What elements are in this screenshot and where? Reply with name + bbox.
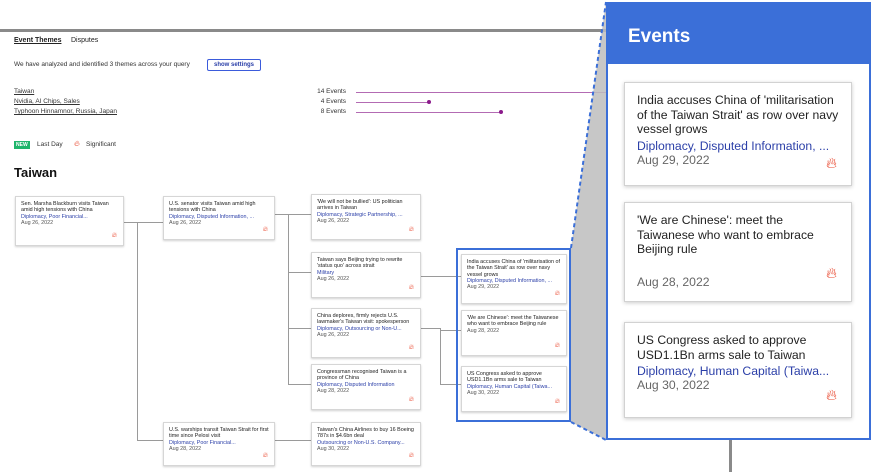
flame-icon: 🔥︎ [825,387,837,404]
event-card[interactable]: US Congress asked to approve USD1.1Bn ar… [624,322,852,418]
zoom-panel-title: Events [628,26,691,47]
event-card[interactable]: 'We are Chinese': meet the Taiwanese who… [624,202,852,302]
event-date: Aug 30, 2022 [637,378,710,393]
zoom-panel: Events India accuses China of 'militaris… [606,2,871,440]
event-title: India accuses China of 'militarisation o… [637,93,839,137]
event-themes-app: Event Themes Disputes We have analyzed a… [0,0,873,472]
flame-icon: 🔥︎ [825,265,837,282]
event-tags: Diplomacy, Disputed Information, ... [637,138,830,153]
event-tags: Diplomacy, Human Capital (Taiwa... [637,364,830,379]
event-date: Aug 28, 2022 [637,274,710,289]
event-date: Aug 29, 2022 [637,152,710,167]
zoom-panel-header: Events [608,4,869,64]
flame-icon: 🔥︎ [825,155,837,172]
event-title: 'We are Chinese': meet the Taiwanese who… [637,213,814,257]
event-title: US Congress asked to approve USD1.1Bn ar… [637,333,807,362]
event-card[interactable]: India accuses China of 'militarisation o… [624,82,852,186]
